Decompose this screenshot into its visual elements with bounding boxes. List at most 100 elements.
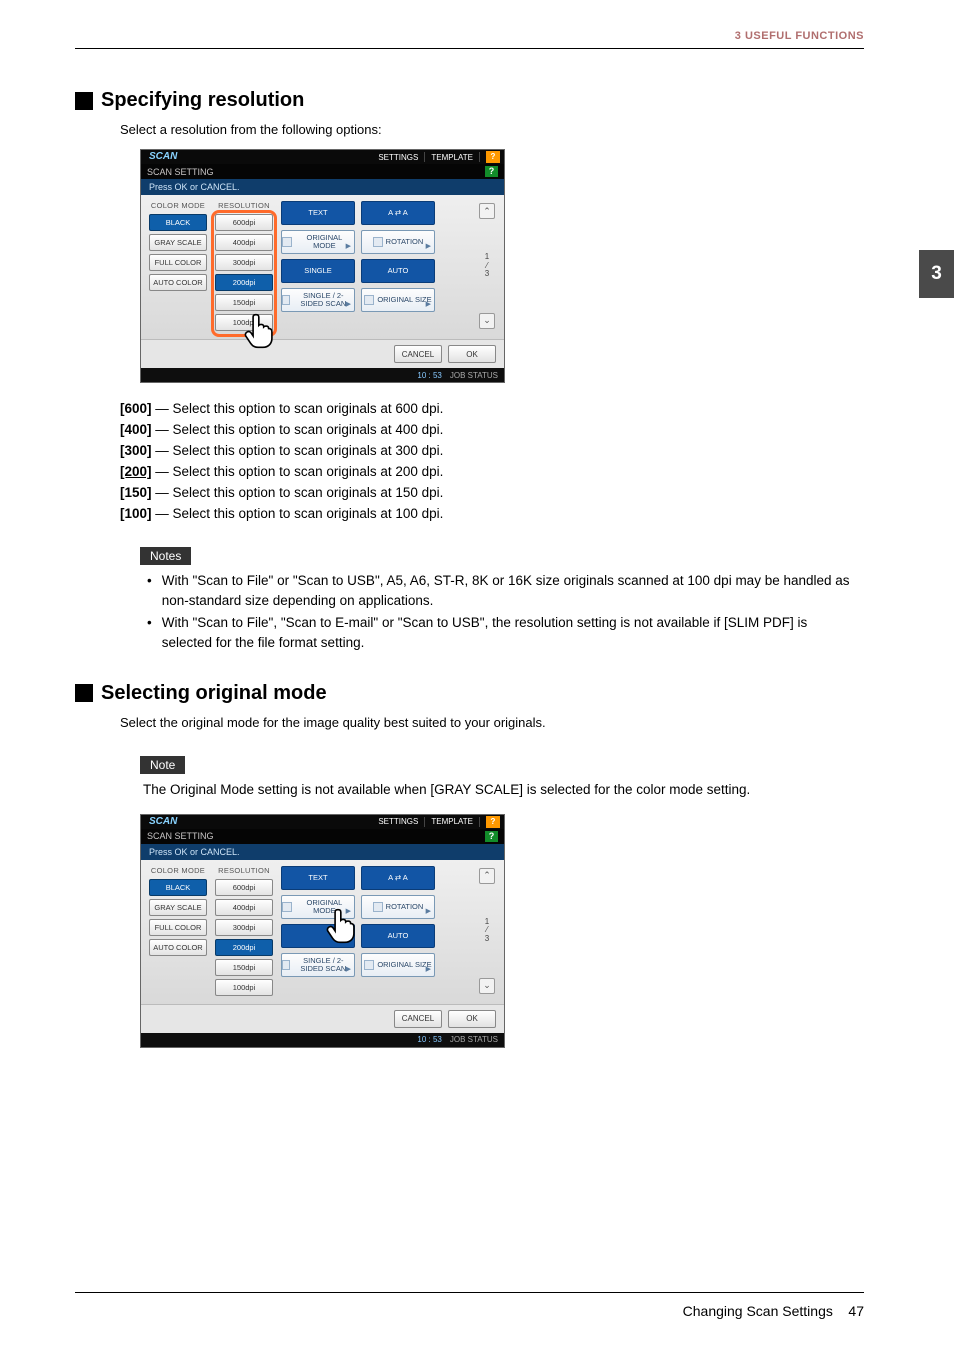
color-mode-grayscale[interactable]: GRAY SCALE bbox=[149, 234, 207, 251]
section-heading-resolution: Specifying resolution bbox=[101, 89, 304, 112]
opt-rotation[interactable]: ROTATION▶ bbox=[361, 230, 435, 254]
topbar: SCAN SETTINGS TEMPLATE ? bbox=[141, 150, 504, 164]
opt-rotation[interactable]: ROTATION▶ bbox=[361, 895, 435, 919]
topbar-settings[interactable]: SETTINGS bbox=[378, 153, 418, 162]
chevron-right-icon: ▶ bbox=[426, 301, 431, 309]
cancel-button[interactable]: CANCEL bbox=[394, 345, 442, 363]
job-status-button[interactable]: JOB STATUS bbox=[450, 371, 498, 380]
res-300[interactable]: 300dpi bbox=[215, 919, 273, 936]
color-mode-grayscale[interactable]: GRAY SCALE bbox=[149, 899, 207, 916]
opt-orientation[interactable]: A ⇄ A bbox=[361, 866, 435, 890]
opt-sided-scan[interactable]: SINGLE / 2-SIDED SCAN▶ bbox=[281, 953, 355, 977]
instruction-bar: Press OK or CANCEL. bbox=[141, 179, 504, 195]
resolution-options-list: [600] — Select this option to scan origi… bbox=[120, 399, 864, 525]
ok-button[interactable]: OK bbox=[448, 345, 496, 363]
res-600[interactable]: 600dpi bbox=[215, 214, 273, 231]
scan-setting-screenshot-resolution: SCAN SETTINGS TEMPLATE ? SCAN SETTING ? … bbox=[140, 149, 505, 383]
res-400[interactable]: 400dpi bbox=[215, 234, 273, 251]
color-mode-fullcolor[interactable]: FULL COLOR bbox=[149, 919, 207, 936]
subbar-title: SCAN SETTING bbox=[147, 167, 214, 177]
subbar-title: SCAN SETTING bbox=[147, 831, 214, 841]
opt-original-size[interactable]: ORIGINAL SIZE▶ bbox=[361, 953, 435, 977]
help-icon[interactable]: ? bbox=[485, 831, 498, 842]
opt-single[interactable]: SINGLE bbox=[281, 259, 355, 283]
page-icon bbox=[282, 295, 290, 305]
scroll-up-button[interactable]: ⌃ bbox=[479, 868, 495, 884]
res-150[interactable]: 150dpi bbox=[215, 959, 273, 976]
res-400[interactable]: 400dpi bbox=[215, 899, 273, 916]
scroll-up-button[interactable]: ⌃ bbox=[479, 203, 495, 219]
section2-intro: Select the original mode for the image q… bbox=[120, 715, 864, 730]
res-300[interactable]: 300dpi bbox=[215, 254, 273, 271]
color-mode-black[interactable]: BLACK bbox=[149, 214, 207, 231]
scroll-down-button[interactable]: ⌄ bbox=[479, 313, 495, 329]
square-bullet-icon bbox=[75, 92, 93, 110]
res-200[interactable]: 200dpi bbox=[215, 939, 273, 956]
chevron-right-icon: ▶ bbox=[426, 243, 431, 251]
page-icon bbox=[364, 960, 374, 970]
cancel-button[interactable]: CANCEL bbox=[394, 1010, 442, 1028]
page-icon bbox=[282, 960, 290, 970]
resolution-option-row: [200] — Select this option to scan origi… bbox=[120, 462, 864, 483]
options-grid: TEXT A ⇄ A ORIGINAL MODE▶ ROTATION▶ SING… bbox=[281, 201, 470, 331]
page-icon bbox=[282, 237, 292, 247]
res-200[interactable]: 200dpi bbox=[215, 274, 273, 291]
square-bullet-icon bbox=[75, 684, 93, 702]
color-mode-autocolor[interactable]: AUTO COLOR bbox=[149, 939, 207, 956]
status-bar: 10 : 53 JOB STATUS bbox=[141, 1033, 504, 1047]
chevron-right-icon: ▶ bbox=[346, 966, 351, 974]
color-mode-label: COLOR MODE bbox=[149, 866, 207, 875]
scan-logo: SCAN bbox=[149, 816, 177, 827]
job-status-button[interactable]: JOB STATUS bbox=[450, 1035, 498, 1044]
dialog-footer: CANCEL OK bbox=[141, 1004, 504, 1033]
res-100[interactable]: 100dpi bbox=[215, 979, 273, 996]
topbar-template[interactable]: TEMPLATE bbox=[431, 817, 473, 826]
resolution-column: RESOLUTION 600dpi 400dpi 300dpi 200dpi 1… bbox=[215, 201, 273, 331]
res-150[interactable]: 150dpi bbox=[215, 294, 273, 311]
topbar-settings[interactable]: SETTINGS bbox=[378, 817, 418, 826]
chevron-right-icon: ▶ bbox=[426, 966, 431, 974]
resolution-option-row: [100] — Select this option to scan origi… bbox=[120, 504, 864, 525]
pointer-hand-icon bbox=[323, 908, 357, 944]
opt-sided-scan[interactable]: SINGLE / 2-SIDED SCAN▶ bbox=[281, 288, 355, 312]
ok-button[interactable]: OK bbox=[448, 1010, 496, 1028]
page-indicator: 1⁄3 bbox=[485, 253, 489, 279]
pointer-hand-icon bbox=[241, 313, 275, 349]
color-mode-black[interactable]: BLACK bbox=[149, 879, 207, 896]
color-mode-autocolor[interactable]: AUTO COLOR bbox=[149, 274, 207, 291]
resolution-option-row: [300] — Select this option to scan origi… bbox=[120, 441, 864, 462]
res-600[interactable]: 600dpi bbox=[215, 879, 273, 896]
resolution-option-row: [400] — Select this option to scan origi… bbox=[120, 420, 864, 441]
opt-text[interactable]: TEXT bbox=[281, 866, 355, 890]
scroll-column: ⌃ 1⁄3 ⌄ bbox=[478, 866, 496, 996]
page-indicator: 1⁄3 bbox=[485, 918, 489, 944]
subbar: SCAN SETTING ? bbox=[141, 829, 504, 844]
scroll-down-button[interactable]: ⌄ bbox=[479, 978, 495, 994]
help-icon[interactable]: ? bbox=[485, 166, 498, 177]
resolution-label: RESOLUTION bbox=[215, 866, 273, 875]
opt-text[interactable]: TEXT bbox=[281, 201, 355, 225]
footer-text: Changing Scan Settings bbox=[683, 1303, 833, 1319]
help-icon[interactable]: ? bbox=[486, 151, 500, 163]
topbar: SCAN SETTINGS TEMPLATE ? bbox=[141, 815, 504, 829]
rotate-icon bbox=[373, 902, 383, 912]
opt-auto[interactable]: AUTO bbox=[361, 259, 435, 283]
opt-original-mode[interactable]: ORIGINAL MODE▶ bbox=[281, 230, 355, 254]
chevron-right-icon: ▶ bbox=[426, 908, 431, 916]
instruction-bar: Press OK or CANCEL. bbox=[141, 844, 504, 860]
opt-auto[interactable]: AUTO bbox=[361, 924, 435, 948]
subbar: SCAN SETTING ? bbox=[141, 164, 504, 179]
notes-badge: Notes bbox=[140, 547, 191, 565]
section-heading-original-mode: Selecting original mode bbox=[101, 682, 327, 705]
scroll-column: ⌃ 1⁄3 ⌄ bbox=[478, 201, 496, 331]
status-bar: 10 : 53 JOB STATUS bbox=[141, 368, 504, 382]
separator-icon bbox=[424, 817, 425, 827]
opt-original-size[interactable]: ORIGINAL SIZE▶ bbox=[361, 288, 435, 312]
color-mode-fullcolor[interactable]: FULL COLOR bbox=[149, 254, 207, 271]
opt-orientation[interactable]: A ⇄ A bbox=[361, 201, 435, 225]
header-rule bbox=[75, 48, 864, 49]
help-icon[interactable]: ? bbox=[486, 816, 500, 828]
separator-icon bbox=[479, 817, 480, 827]
resolution-label: RESOLUTION bbox=[215, 201, 273, 210]
topbar-template[interactable]: TEMPLATE bbox=[431, 153, 473, 162]
